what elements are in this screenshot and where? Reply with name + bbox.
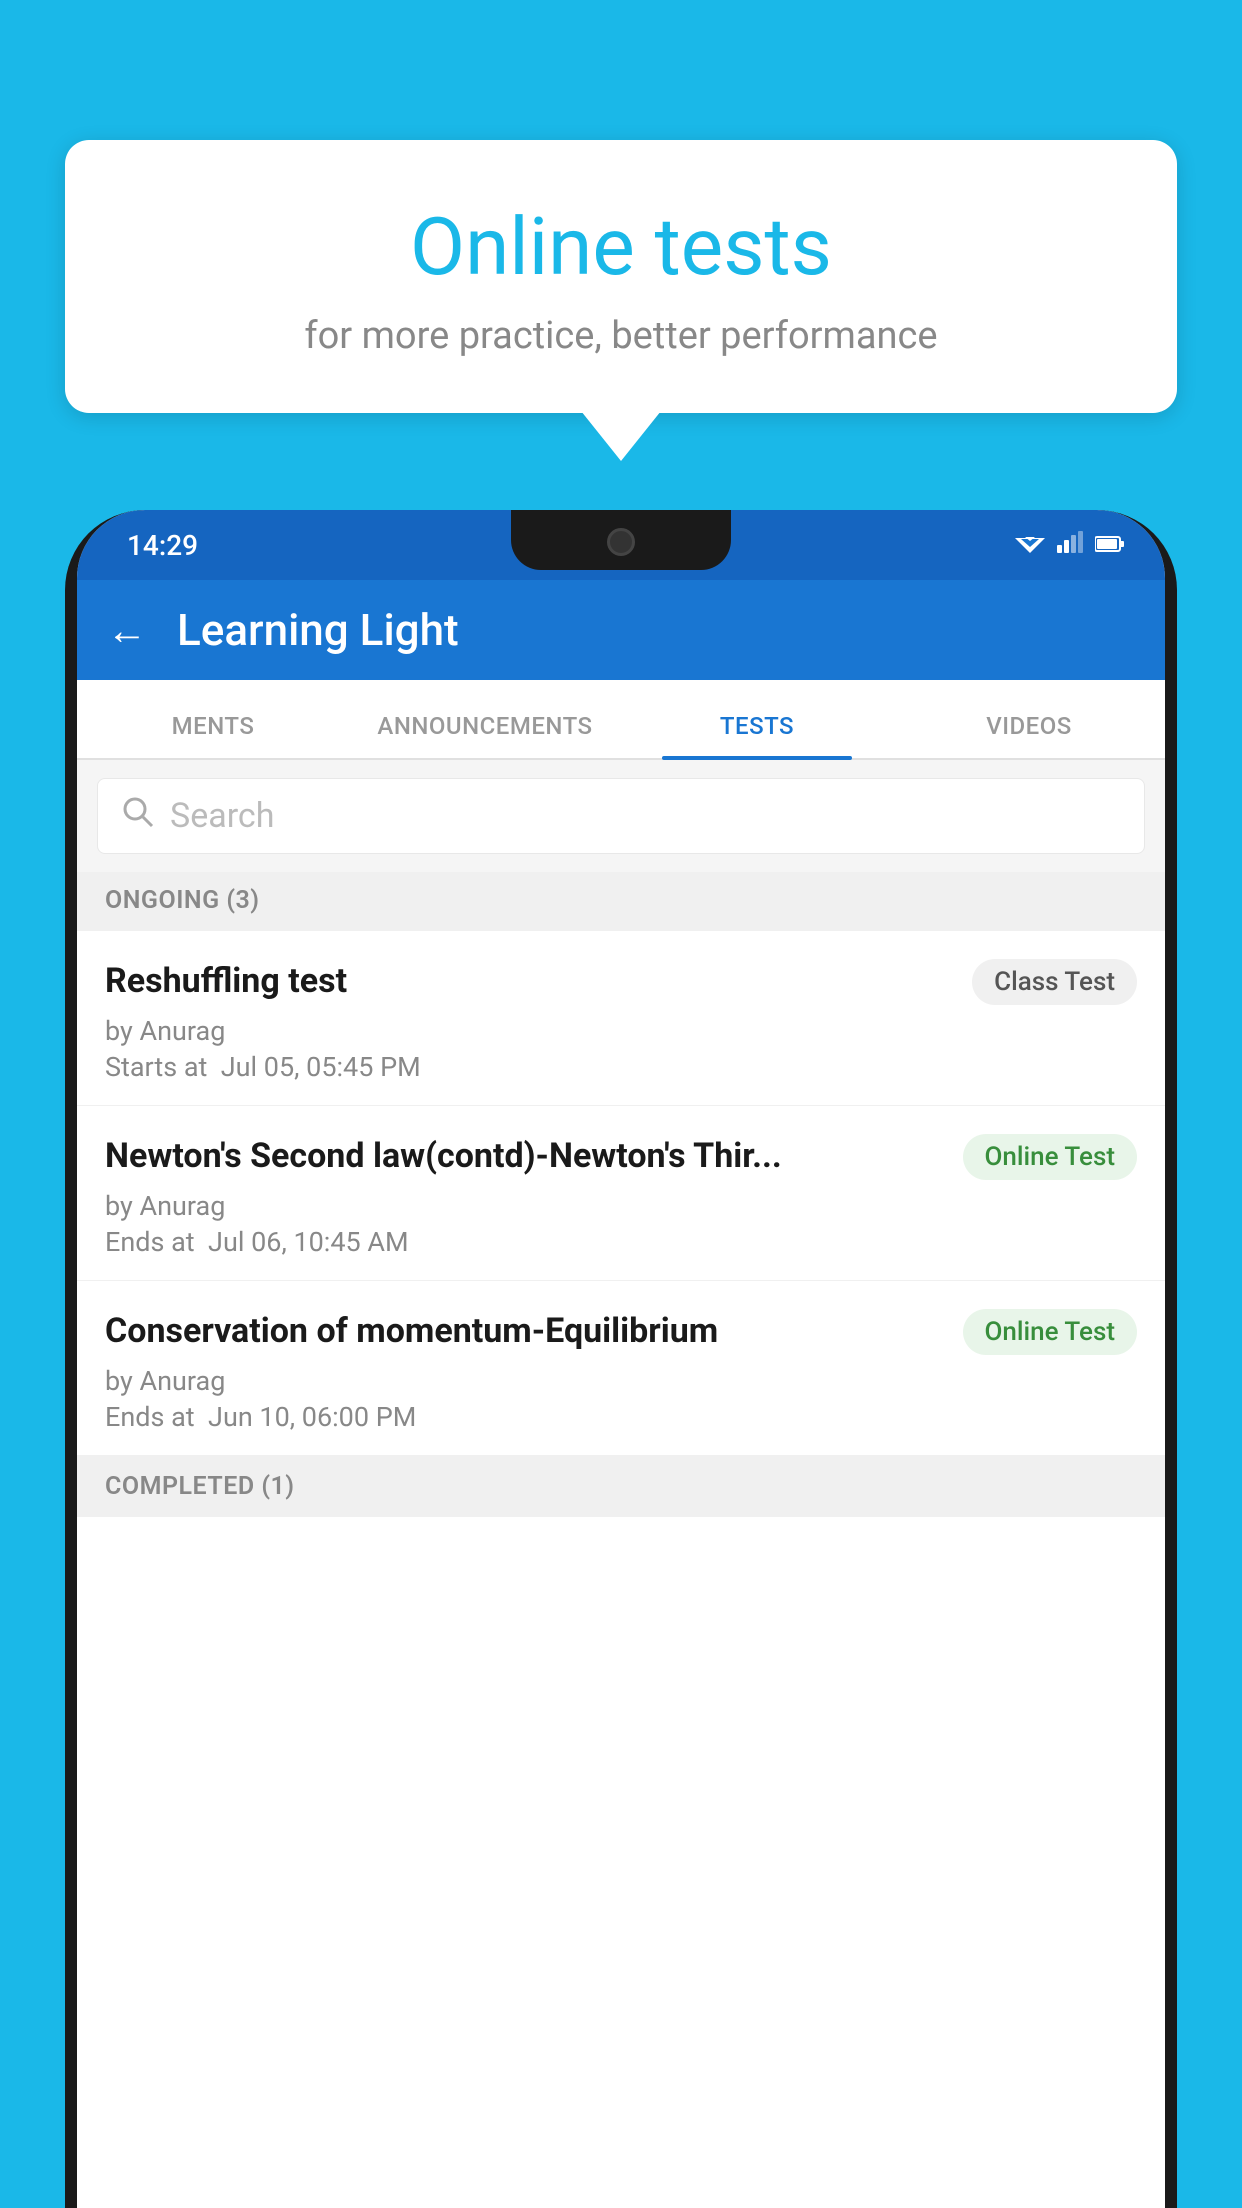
test-item-reshuffling[interactable]: Reshuffling test Class Test by Anurag St… (77, 931, 1165, 1106)
test-item-row-3: Conservation of momentum-Equilibrium Onl… (105, 1309, 1137, 1355)
status-icons (1015, 530, 1125, 560)
app-bar: ← Learning Light (77, 580, 1165, 680)
phone-frame: 14:29 (65, 510, 1177, 2208)
tabs-bar: MENTS ANNOUNCEMENTS TESTS VIDEOS (77, 680, 1165, 760)
camera (607, 528, 635, 556)
test-item-conservation[interactable]: Conservation of momentum-Equilibrium Onl… (77, 1281, 1165, 1456)
phone-notch (511, 510, 731, 570)
tab-videos[interactable]: VIDEOS (893, 712, 1165, 758)
tab-announcements[interactable]: ANNOUNCEMENTS (349, 712, 621, 758)
search-input[interactable]: Search (170, 796, 274, 836)
app-title: Learning Light (177, 604, 459, 656)
search-icon (122, 795, 154, 837)
badge-online-test-2: Online Test (963, 1309, 1138, 1355)
test-item-row-2: Newton's Second law(contd)-Newton's Thir… (105, 1134, 1137, 1180)
content-area: ONGOING (3) Reshuffling test Class Test … (77, 870, 1165, 2208)
test-name-reshuffling: Reshuffling test (105, 959, 952, 1003)
test-name-newtons: Newton's Second law(contd)-Newton's Thir… (105, 1134, 943, 1178)
badge-class-test: Class Test (972, 959, 1137, 1005)
status-time: 14:29 (127, 529, 198, 562)
test-item-row: Reshuffling test Class Test (105, 959, 1137, 1005)
test-meta-time-2: Ends at Jul 06, 10:45 AM (105, 1226, 1137, 1258)
battery-icon (1095, 530, 1125, 560)
bubble-subtitle: for more practice, better performance (125, 314, 1117, 358)
test-meta-by-3: by Anurag (105, 1365, 1137, 1397)
search-box[interactable]: Search (97, 778, 1145, 854)
wifi-icon (1015, 530, 1045, 560)
search-container: Search (77, 760, 1165, 872)
tab-ments[interactable]: MENTS (77, 712, 349, 758)
test-meta-by-2: by Anurag (105, 1190, 1137, 1222)
bubble-title: Online tests (125, 200, 1117, 294)
test-meta-time-3: Ends at Jun 10, 06:00 PM (105, 1401, 1137, 1433)
tab-tests[interactable]: TESTS (621, 712, 893, 758)
test-name-conservation: Conservation of momentum-Equilibrium (105, 1309, 943, 1353)
signal-icon (1057, 530, 1083, 560)
speech-bubble: Online tests for more practice, better p… (65, 140, 1177, 413)
ongoing-header: ONGOING (3) (77, 870, 1165, 931)
badge-online-test-1: Online Test (963, 1134, 1138, 1180)
test-meta-by-1: by Anurag (105, 1015, 1137, 1047)
test-meta-time-1: Starts at Jul 05, 05:45 PM (105, 1051, 1137, 1083)
phone-screen: 14:29 (77, 510, 1165, 2208)
test-item-newtons[interactable]: Newton's Second law(contd)-Newton's Thir… (77, 1106, 1165, 1281)
back-button[interactable]: ← (107, 607, 147, 654)
completed-header: COMPLETED (1) (77, 1456, 1165, 1517)
